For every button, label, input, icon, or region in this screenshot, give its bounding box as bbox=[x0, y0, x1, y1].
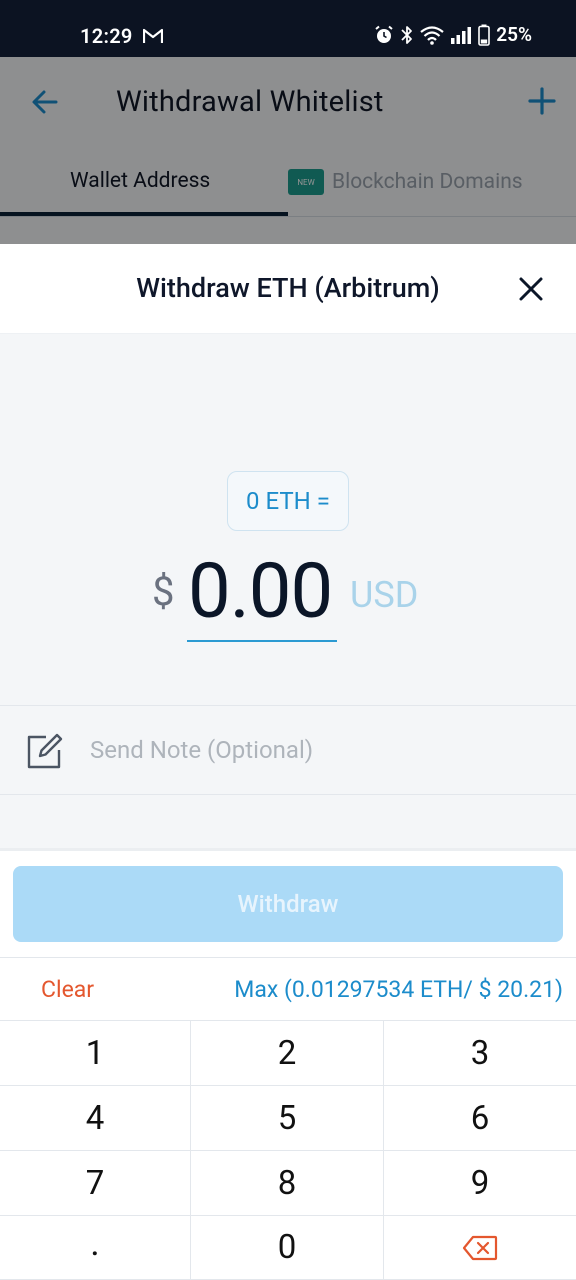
battery-percent: 25% bbox=[496, 23, 532, 46]
status-bar: 12:29 25% bbox=[0, 0, 576, 57]
clear-button[interactable]: Clear bbox=[41, 976, 94, 1003]
key-1[interactable]: 1 bbox=[0, 1021, 191, 1086]
key-3[interactable]: 3 bbox=[384, 1021, 576, 1086]
key-5[interactable]: 5 bbox=[191, 1086, 384, 1151]
key-2[interactable]: 2 bbox=[191, 1021, 384, 1086]
amount-underline bbox=[187, 640, 337, 642]
key-9[interactable]: 9 bbox=[384, 1151, 576, 1216]
amount-currency: USD bbox=[350, 574, 419, 616]
edit-note-icon bbox=[27, 733, 63, 769]
conversion-toggle[interactable]: 0 ETH = bbox=[227, 471, 349, 531]
bluetooth-icon bbox=[401, 25, 413, 44]
currency-symbol: $ bbox=[152, 568, 175, 615]
backspace-icon bbox=[462, 1235, 498, 1260]
key-7[interactable]: 7 bbox=[0, 1151, 191, 1216]
modal-scrim[interactable] bbox=[0, 57, 576, 244]
amount-section: 0 ETH = $ 0.00 USD bbox=[0, 334, 576, 706]
gmail-icon bbox=[143, 28, 163, 43]
key-decimal[interactable]: . bbox=[0, 1216, 191, 1280]
withdraw-sheet: Withdraw ETH (Arbitrum) 0 ETH = $ 0.00 U… bbox=[0, 244, 576, 1280]
key-6[interactable]: 6 bbox=[384, 1086, 576, 1151]
wifi-icon bbox=[420, 25, 444, 45]
close-icon[interactable] bbox=[518, 276, 544, 302]
withdraw-button[interactable]: Withdraw bbox=[13, 866, 563, 942]
key-0[interactable]: 0 bbox=[191, 1216, 384, 1280]
note-placeholder: Send Note (Optional) bbox=[90, 736, 314, 764]
numeric-keypad: 1 2 3 4 5 6 7 8 9 . 0 bbox=[0, 1021, 576, 1280]
status-time: 12:29 bbox=[80, 24, 133, 48]
signal-icon bbox=[451, 26, 472, 44]
battery-icon bbox=[478, 24, 491, 46]
key-backspace[interactable] bbox=[384, 1216, 576, 1280]
key-4[interactable]: 4 bbox=[0, 1086, 191, 1151]
amount-input[interactable]: 0.00 bbox=[188, 546, 333, 636]
withdraw-container: Withdraw bbox=[0, 851, 576, 957]
quick-actions: Clear Max (0.01297534 ETH/ $ 20.21) bbox=[0, 957, 576, 1021]
send-note-field[interactable]: Send Note (Optional) bbox=[0, 705, 576, 795]
sheet-header: Withdraw ETH (Arbitrum) bbox=[0, 244, 576, 334]
status-icons: 25% bbox=[374, 23, 532, 46]
max-button[interactable]: Max (0.01297534 ETH/ $ 20.21) bbox=[234, 976, 563, 1003]
sheet-title: Withdraw ETH (Arbitrum) bbox=[136, 272, 440, 304]
spacer bbox=[0, 795, 576, 851]
key-8[interactable]: 8 bbox=[191, 1151, 384, 1216]
alarm-icon bbox=[375, 25, 393, 43]
